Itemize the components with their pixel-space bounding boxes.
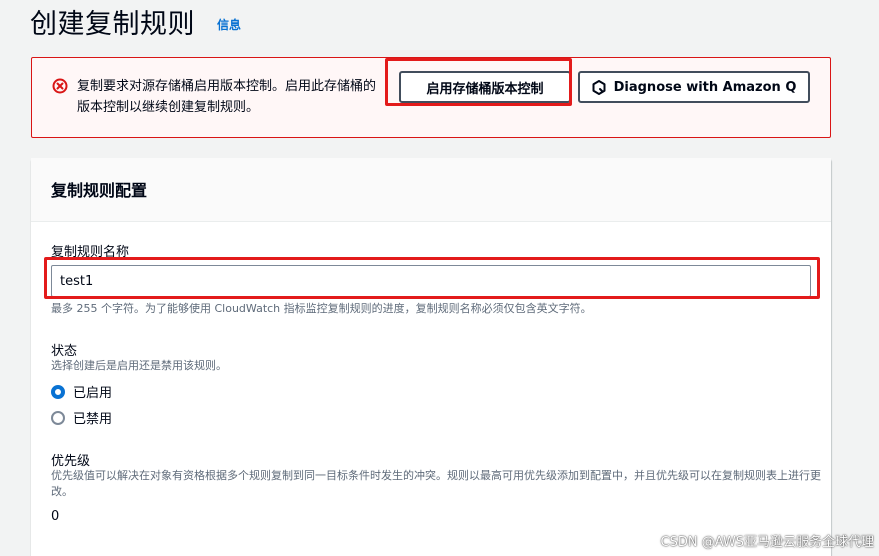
radio-label: 已启用	[73, 386, 113, 401]
radio-checked-icon	[51, 384, 65, 399]
priority-value: 0	[51, 509, 60, 524]
status-label: 状态	[51, 344, 78, 359]
rule-name-description: 最多 255 个字符。为了能够使用 CloudWatch 指标监控复制规则的进度…	[51, 302, 592, 315]
info-link[interactable]: 信息	[217, 16, 241, 33]
radio-unchecked-icon	[51, 410, 65, 425]
alert-message: 复制要求对源存储桶启用版本控制。启用此存储桶的版本控制以继续创建复制规则。	[77, 79, 377, 115]
status-radio-disabled[interactable]: 已禁用	[51, 408, 112, 427]
radio-label: 已禁用	[73, 412, 113, 427]
rule-name-label: 复制规则名称	[51, 245, 130, 260]
priority-description: 优先级值可以解决在对象有资格根据多个规则复制到同一目标条件时发生的冲突。规则以最…	[51, 469, 821, 498]
priority-label: 优先级	[51, 454, 91, 469]
section-title: 复制规则配置	[51, 181, 148, 200]
enable-versioning-button[interactable]: 启用存储桶版本控制	[399, 71, 571, 103]
rule-name-input[interactable]	[51, 265, 811, 297]
amazon-q-icon	[592, 79, 606, 95]
status-radio-enabled[interactable]: 已启用	[51, 382, 112, 401]
error-circle-icon	[52, 78, 68, 94]
diagnose-label: Diagnose with Amazon Q	[613, 79, 797, 95]
diagnose-with-amazon-q-button[interactable]: Diagnose with Amazon Q	[578, 71, 810, 103]
page-title: 创建复制规则	[30, 9, 195, 40]
watermark: CSDN @AWS亚马逊云服务全球代理	[660, 535, 875, 550]
panel-header: 复制规则配置	[31, 158, 831, 222]
versioning-error-alert: 复制要求对源存储桶启用版本控制。启用此存储桶的版本控制以继续创建复制规则。 启用…	[31, 57, 831, 138]
replication-rule-config-panel: 复制规则配置 复制规则名称 最多 255 个字符。为了能够使用 CloudWat…	[31, 158, 831, 556]
status-description: 选择创建后是启用还是禁用该规则。	[51, 359, 227, 372]
